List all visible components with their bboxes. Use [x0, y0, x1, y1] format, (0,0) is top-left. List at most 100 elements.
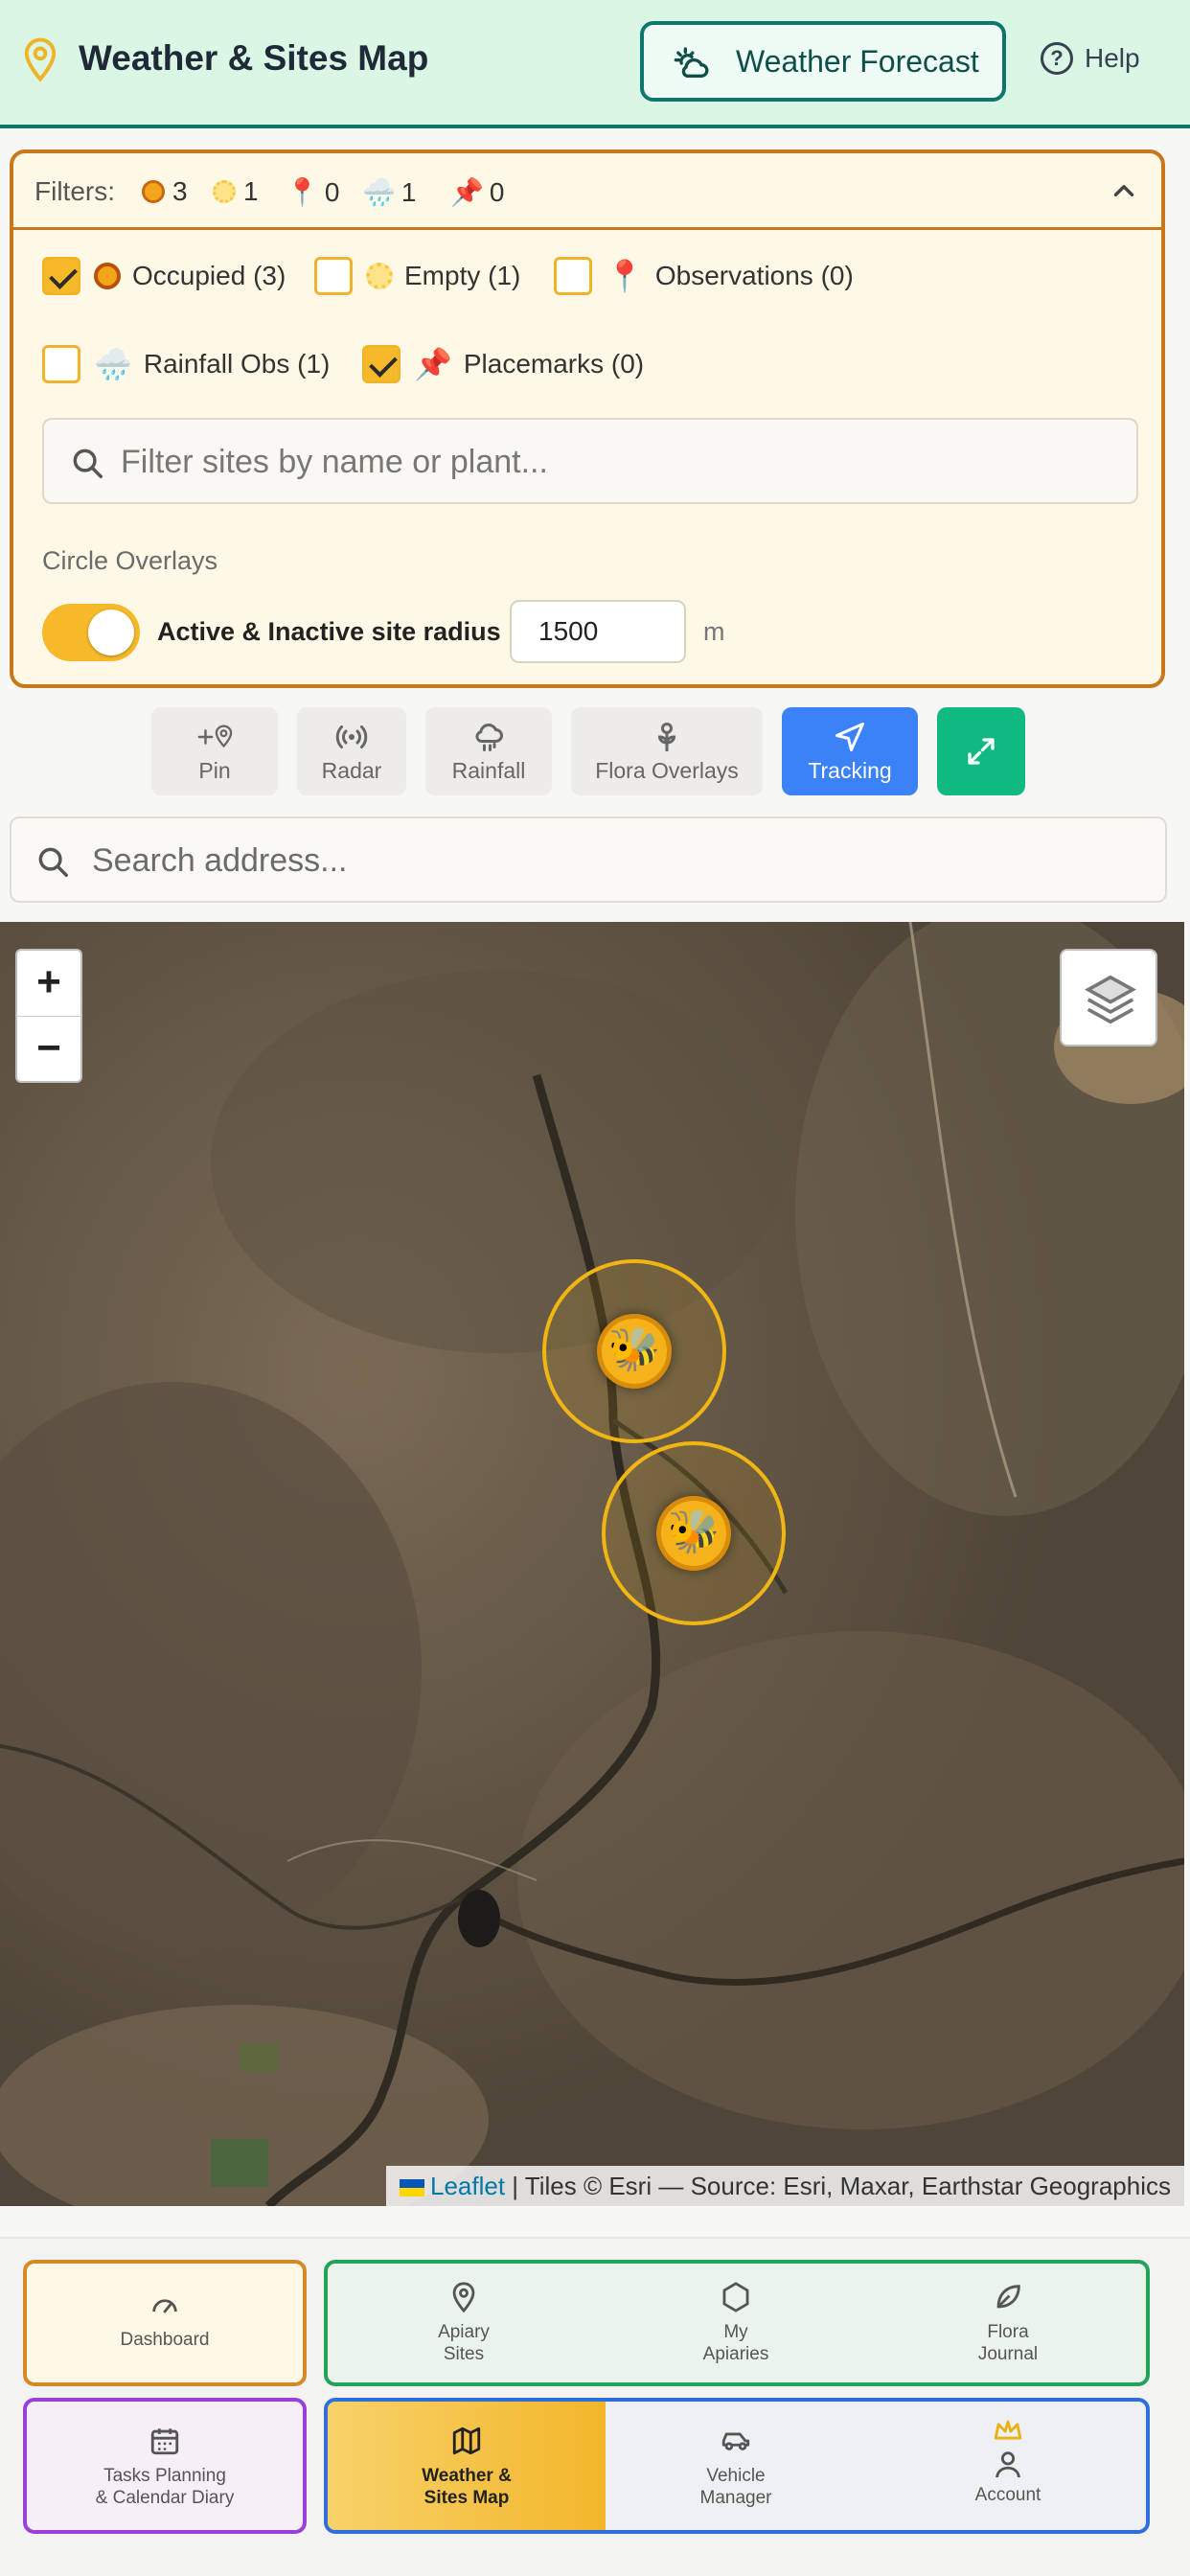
fullscreen-button[interactable] [937, 707, 1025, 795]
nav-account-label: Account [974, 2485, 1041, 2505]
filters-panel: Filters: 3 1 📍 0 🌧️ 1 📌 0 Occupied (3) Empt… [10, 150, 1165, 688]
filter-occupied[interactable]: Occupied (3) [42, 257, 286, 295]
rainfall-obs-checkbox[interactable] [42, 345, 80, 383]
weather-forecast-button[interactable]: Weather Forecast [640, 21, 1006, 102]
satellite-map[interactable]: + − 🐝 🐝 Leaflet | Tiles © Esri — Source:… [0, 922, 1184, 2206]
placemarks-checkbox[interactable] [362, 345, 400, 383]
site-marker[interactable]: 🐝 [602, 1441, 786, 1625]
flower-icon [657, 722, 676, 751]
site-radius-toggle-label: Active & Inactive site radius [157, 617, 501, 646]
filter-placemarks[interactable]: 📌 Placemarks (0) [362, 345, 644, 383]
nav-account[interactable]: Account [922, 2415, 1094, 2506]
filter-empty[interactable]: Empty (1) [314, 257, 520, 295]
rain-icon [475, 723, 503, 751]
radius-input[interactable] [510, 600, 686, 663]
empty-circle-icon [366, 263, 393, 289]
empty-checkbox[interactable] [314, 257, 353, 295]
tools-group-card: Weather & Sites Map Vehicle Manager Acco… [324, 2398, 1150, 2534]
bee-icon: 🐝 [656, 1496, 731, 1571]
radar-label: Radar [321, 757, 382, 783]
nav-apiary-sites-line2: Sites [443, 2344, 485, 2364]
attribution-text: | Tiles © Esri — Source: Esri, Maxar, Ea… [512, 2172, 1171, 2200]
empty-dot-icon [213, 180, 236, 203]
gauge-icon [152, 2299, 177, 2313]
layers-icon [1085, 975, 1136, 1024]
leaflet-link[interactable]: Leaflet [430, 2172, 505, 2200]
nav-vehicle-manager[interactable]: Vehicle Manager [650, 2425, 822, 2509]
pin-emoji-icon: 📍 [286, 177, 319, 207]
dashboard-card[interactable]: Dashboard [23, 2260, 307, 2386]
rainfall-count-chip: 🌧️ 1 [362, 176, 417, 208]
navigation-arrow-icon [835, 722, 864, 751]
nav-tasks[interactable]: Tasks Planning & Calendar Diary [27, 2425, 303, 2509]
sun-cloud-icon [674, 47, 709, 78]
nav-vehicle-line2: Manager [699, 2488, 772, 2508]
nav-vehicle-line1: Vehicle [706, 2466, 766, 2486]
location-pin-icon [452, 2282, 475, 2313]
calendar-icon [150, 2428, 179, 2455]
address-search[interactable] [10, 816, 1167, 903]
site-radius-toggle[interactable] [42, 604, 140, 661]
occupied-label: Occupied (3) [132, 261, 286, 290]
search-icon [38, 847, 68, 877]
observations-label: Observations (0) [654, 261, 854, 290]
bottom-navigation: Dashboard Apiary Sites My Apiaries Flora… [0, 2237, 1190, 2576]
radar-button[interactable]: Radar [297, 707, 406, 795]
occupied-dot-icon [142, 180, 165, 203]
address-search-input[interactable] [92, 836, 1146, 886]
occupied-circle-icon [94, 263, 121, 289]
help-button[interactable]: ? Help [1041, 42, 1140, 75]
flora-overlays-button[interactable]: Flora Overlays [571, 707, 763, 795]
nav-apiary-sites[interactable]: Apiary Sites [378, 2281, 550, 2365]
observations-checkbox[interactable] [554, 257, 592, 295]
apiary-group-card: Apiary Sites My Apiaries Flora Journal [324, 2260, 1150, 2386]
nav-weather-map[interactable]: Weather & Sites Map [376, 2425, 558, 2509]
layers-button[interactable] [1060, 949, 1157, 1046]
rainfall-label: Rainfall [451, 757, 526, 783]
nav-flora-journal-line2: Journal [977, 2344, 1039, 2364]
leaf-icon [996, 2285, 1020, 2309]
zoom-control: + − [15, 949, 82, 1083]
nav-dashboard-label: Dashboard [120, 2330, 210, 2350]
rain-cloud-icon: 🌧️ [362, 177, 396, 207]
pushpin-icon: 📌 [450, 177, 484, 207]
filters-label: Filters: [34, 176, 115, 206]
observations-count-chip: 📍 0 [286, 176, 340, 208]
nav-tasks-line1: Tasks Planning [103, 2466, 226, 2486]
tracking-button[interactable]: Tracking [782, 707, 918, 795]
occupied-checkbox[interactable] [42, 257, 80, 295]
site-filter-input[interactable] [121, 437, 1117, 487]
empty-label: Empty (1) [404, 261, 521, 290]
page-title: Weather & Sites Map [79, 38, 429, 78]
nav-weather-map-line1: Weather & [422, 2466, 512, 2486]
search-icon [73, 448, 103, 478]
nav-my-apiaries[interactable]: My Apiaries [650, 2281, 822, 2365]
nav-dashboard[interactable]: Dashboard [27, 2288, 303, 2351]
filters-summary-bar[interactable]: Filters: 3 1 📍 0 🌧️ 1 📌 0 [13, 153, 1161, 230]
bee-icon: 🐝 [597, 1314, 672, 1389]
pin-button[interactable]: Pin [151, 707, 278, 795]
add-pin-icon [197, 724, 233, 748]
filter-observations[interactable]: 📍 Observations (0) [554, 257, 854, 295]
zoom-out-button[interactable]: − [17, 1017, 80, 1083]
zoom-in-button[interactable]: + [17, 951, 80, 1017]
rainfall-button[interactable]: Rainfall [425, 707, 552, 795]
site-filter-search[interactable] [42, 418, 1138, 504]
filter-rainfall-obs[interactable]: 🌧️ Rainfall Obs (1) [42, 345, 330, 383]
nav-my-apiaries-line2: Apiaries [702, 2344, 769, 2364]
help-icon: ? [1041, 42, 1073, 75]
chevron-up-icon[interactable] [1108, 174, 1140, 207]
map-icon [452, 2426, 481, 2455]
map-attribution: Leaflet | Tiles © Esri — Source: Esri, M… [385, 2166, 1184, 2206]
expand-icon [968, 738, 995, 765]
nav-flora-journal-line1: Flora [987, 2322, 1029, 2342]
nav-flora-journal[interactable]: Flora Journal [922, 2281, 1094, 2365]
nav-my-apiaries-line1: My [723, 2322, 748, 2342]
nav-apiary-sites-line1: Apiary [438, 2322, 490, 2342]
radar-icon [335, 724, 368, 748]
tasks-card[interactable]: Tasks Planning & Calendar Diary [23, 2398, 307, 2534]
pushpin-icon: 📌 [414, 347, 452, 381]
site-marker[interactable]: 🐝 [542, 1259, 726, 1443]
user-icon [995, 2451, 1020, 2478]
map-pin-icon [24, 37, 57, 82]
